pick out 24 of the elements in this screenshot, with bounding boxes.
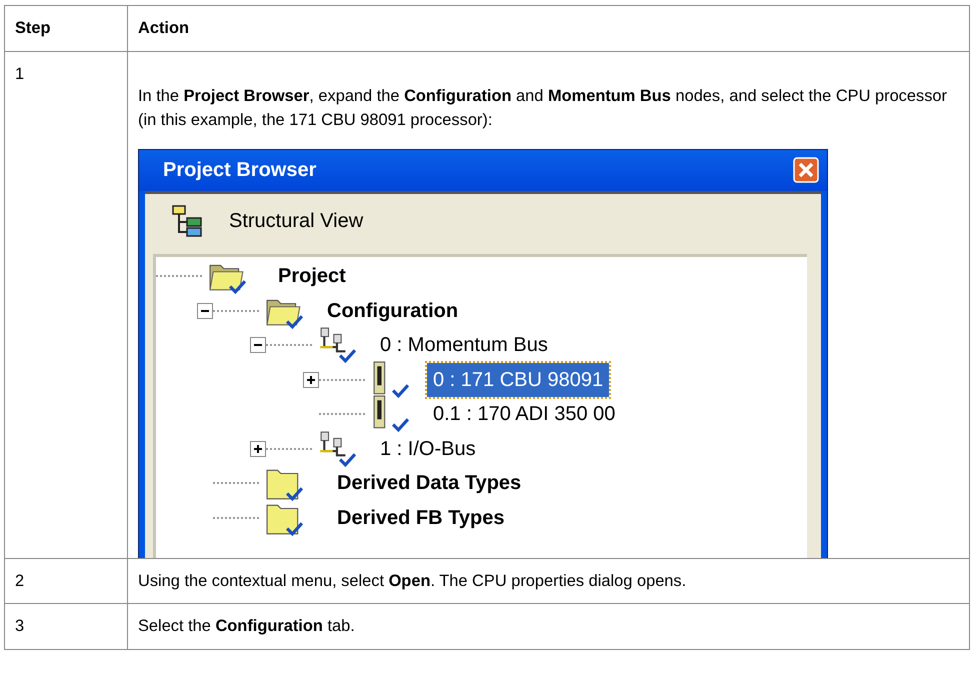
close-icon[interactable]	[793, 157, 819, 184]
tree-item[interactable]: Derived FB Types	[331, 500, 510, 535]
expand-icon[interactable]	[250, 440, 266, 457]
tree-item[interactable]: Configuration	[321, 294, 464, 328]
tree-item[interactable]: 0.1 : 170 ADI 350 00	[427, 397, 622, 432]
tree-item[interactable]: 1 : I/O-Bus	[374, 432, 482, 466]
tree-item[interactable]: Project	[272, 259, 352, 294]
step-number: 3	[4, 604, 128, 650]
tree-item[interactable]: 0 : Momentum Bus	[374, 328, 554, 362]
view-label: Structural View	[229, 208, 364, 234]
tree-item[interactable]: Derived Data Types	[331, 466, 528, 500]
window-title: Project Browser	[163, 158, 316, 184]
collapse-icon[interactable]	[250, 337, 266, 354]
step-number: 2	[4, 558, 128, 604]
instruction-text: Select the Configuration tab.	[138, 616, 356, 638]
step-number: 1	[4, 51, 128, 558]
instruction-text: In the Project Browser, expand the Configuration and Momentum Bus nodes, and select the CPU processor (in this example, the 171 CBU 98091 processor):	[138, 86, 948, 132]
column-header: Action	[128, 6, 970, 52]
tree-item[interactable]: 0 : 171 CBU 98091	[427, 362, 610, 397]
tree-view-icon	[171, 204, 205, 238]
expand-icon[interactable]	[303, 372, 319, 388]
column-header: Step	[4, 6, 128, 52]
instruction-text: Using the contextual menu, select Open. The CPU properties dialog opens.	[138, 570, 688, 592]
collapse-icon[interactable]	[197, 302, 213, 319]
